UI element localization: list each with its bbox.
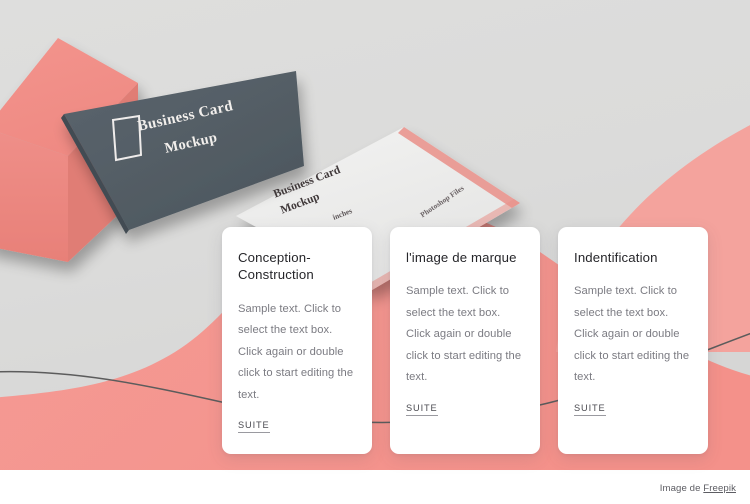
feature-card[interactable]: l'image de marque Sample text. Click to … (390, 227, 540, 454)
feature-card[interactable]: Indentification Sample text. Click to se… (558, 227, 708, 454)
image-credit: Image de Freepik (660, 483, 736, 494)
page-root: Business Card Mockup Business Card Mocku… (0, 0, 750, 504)
image-credit-link[interactable]: Freepik (703, 483, 736, 494)
feature-card[interactable]: Conception-Construction Sample text. Cli… (222, 227, 372, 454)
feature-card-body: Sample text. Click to select the text bo… (406, 285, 522, 384)
feature-card-title: Indentification (574, 250, 658, 265)
feature-card-more-link[interactable]: SUITE (406, 403, 438, 416)
feature-card-body: Sample text. Click to select the text bo… (238, 302, 354, 401)
feature-card-title: l'image de marque (406, 250, 517, 265)
image-credit-prefix: Image de (659, 483, 704, 494)
feature-card-title: Conception-Construction (238, 250, 314, 283)
feature-card-body: Sample text. Click to select the text bo… (574, 285, 690, 384)
feature-card-list: Conception-Construction Sample text. Cli… (222, 227, 710, 454)
feature-card-more-link[interactable]: SUITE (238, 420, 270, 434)
feature-card-more-link[interactable]: SUITE (574, 403, 606, 416)
